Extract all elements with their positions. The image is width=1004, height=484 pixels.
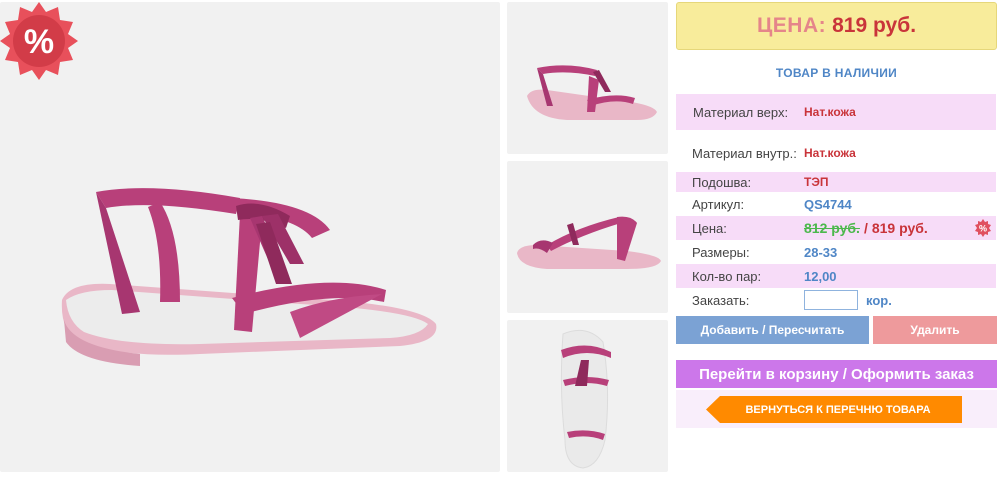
back-to-catalog-button[interactable]: ВЕРНУТЬСЯ К ПЕРЕЧНЮ ТОВАРА — [706, 396, 962, 423]
thumbnail-top-view[interactable] — [507, 320, 668, 472]
spec-row-article: Артикул: QS4744 — [676, 194, 996, 214]
spec-value: ТЭП — [804, 175, 829, 189]
svg-text:%: % — [979, 224, 987, 234]
spec-value: QS4744 — [804, 196, 852, 212]
price-header: ЦЕНА: 819 руб. — [676, 2, 997, 50]
main-product-photo[interactable]: % — [0, 2, 500, 472]
spec-label: Кол-во пар: — [692, 268, 762, 284]
svg-text:%: % — [24, 23, 54, 61]
spec-value: 12,00 — [804, 268, 837, 284]
spec-row-pairs: Кол-во пар: 12,00 — [676, 264, 996, 288]
spec-value: Нат.кожа — [804, 146, 856, 160]
spec-label: Заказать: — [692, 292, 750, 308]
spec-value: Нат.кожа — [804, 105, 856, 119]
spec-label: Цена: — [692, 220, 727, 236]
price-header-label: ЦЕНА: — [756, 14, 827, 37]
price-header-value: 819 руб. — [832, 14, 917, 37]
delete-button[interactable]: Удалить — [873, 316, 997, 344]
price-separator: / — [863, 220, 868, 236]
new-price: 819 руб. — [871, 220, 928, 236]
spec-label: Материал верх: — [693, 104, 789, 120]
add-recalculate-button[interactable]: Добавить / Пересчитать — [676, 316, 869, 344]
spec-label: Материал внутр.: — [692, 145, 797, 161]
spec-label: Подошва: — [692, 174, 752, 190]
spec-row-sizes: Размеры: 28-33 — [676, 242, 996, 262]
spec-row-inner-material: Материал внутр.: Нат.кожа — [676, 138, 996, 168]
sale-percent-badge-icon: % — [0, 2, 78, 80]
spec-row-price: Цена: 812 руб. / 819 руб. — [676, 216, 996, 240]
spec-label: Размеры: — [692, 244, 750, 260]
sandal-thumbnail-image — [517, 216, 661, 269]
spec-label: Артикул: — [692, 196, 745, 212]
thumbnail-inner-side-view[interactable] — [507, 161, 668, 313]
spec-row-upper-material: Материал верх: Нат.кожа — [676, 94, 996, 130]
thumbnail-side-view[interactable] — [507, 2, 668, 154]
sandal-thumbnail-image — [527, 65, 657, 120]
sandal-thumbnail-image — [560, 329, 611, 469]
order-quantity-input[interactable] — [804, 290, 858, 310]
spec-row-order: Заказать: кор. — [676, 290, 996, 310]
spec-value: 28-33 — [804, 244, 838, 260]
go-to-cart-button[interactable]: Перейти в корзину / Оформить заказ — [676, 360, 997, 388]
order-unit: кор. — [866, 292, 892, 308]
old-price: 812 руб. — [804, 220, 860, 236]
stock-status: ТОВАР В НАЛИЧИИ — [775, 66, 898, 80]
sale-percent-mini-icon: % — [975, 219, 991, 237]
spec-row-sole: Подошва: ТЭП — [676, 172, 996, 192]
